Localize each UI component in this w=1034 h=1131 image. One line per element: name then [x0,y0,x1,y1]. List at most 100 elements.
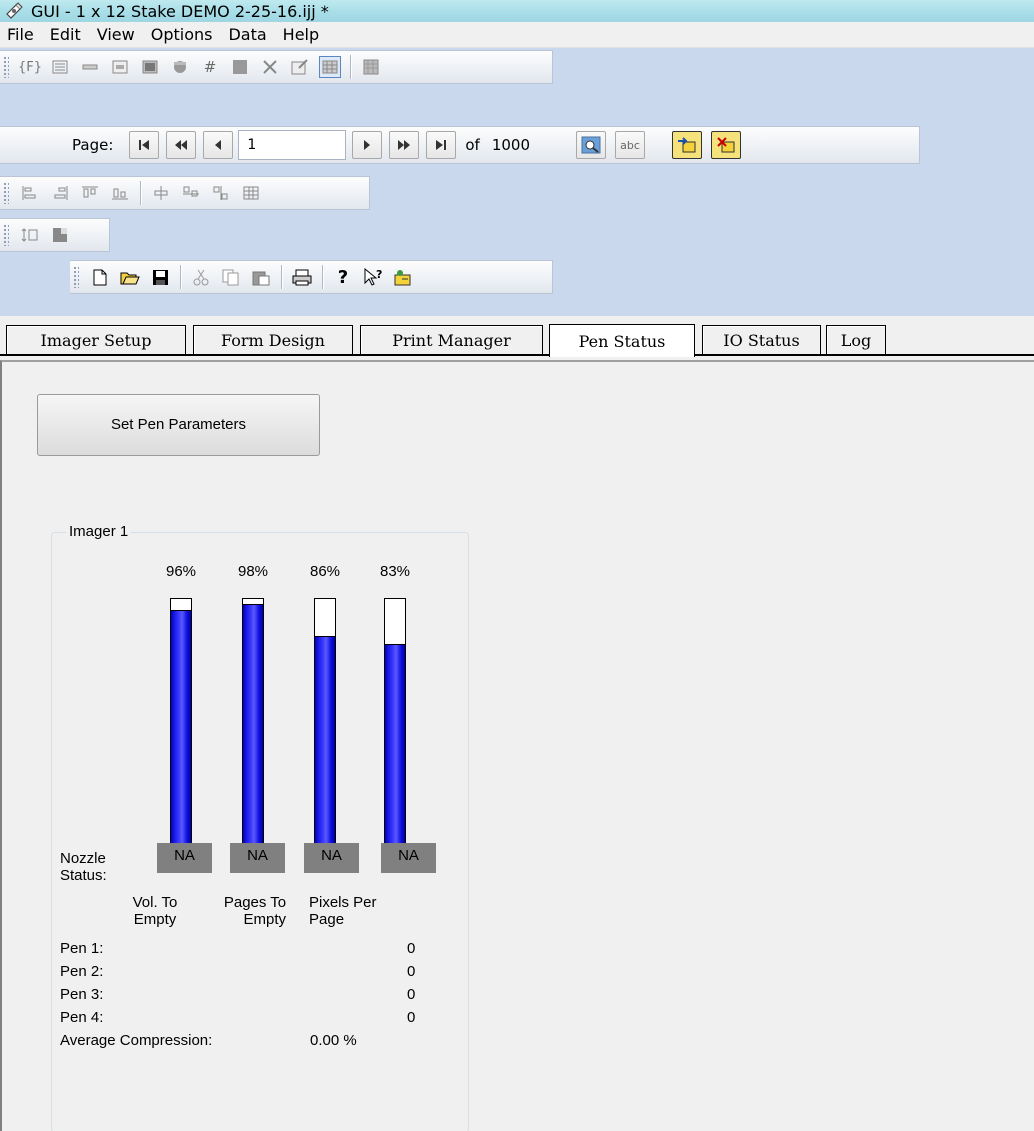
tab-pen-status[interactable]: Pen Status [549,324,695,357]
imager-group: Imager 1 96% 1 98% 2 86% 3 83% 4 Nozzle … [51,523,469,1131]
elements-toolbar: {F} # [0,50,553,84]
toolbar-separator [350,55,351,79]
page-navigation-toolbar: Page: 1 of 1000 abc [0,126,920,164]
delete-icon[interactable] [259,56,281,78]
menu-data[interactable]: Data [220,24,274,46]
pen-row-label: Pen 2: [60,963,104,980]
new-file-icon[interactable] [89,266,111,288]
align-right-icon[interactable] [49,182,71,204]
pen-status-panel: Set Pen Parameters Imager 1 96% 1 98% 2 … [0,360,1034,1131]
cut-icon[interactable] [190,266,212,288]
toolbar-area: {F} # Page: 1 of 1000 abc ? ? [0,48,1034,316]
tab-form-design[interactable]: Form Design [193,325,353,355]
menu-file[interactable]: File [0,24,42,46]
last-page-button[interactable] [426,131,457,159]
fast-forward-button[interactable] [389,131,420,159]
barcode-icon[interactable] [139,56,161,78]
pen-level-percent: 96% [165,563,197,580]
average-compression-label: Average Compression: [60,1032,213,1049]
spacing-icon[interactable] [19,224,41,246]
image-icon[interactable] [169,56,191,78]
line-icon[interactable] [79,56,101,78]
nozzle-label-line1: Nozzle [60,850,106,867]
pen-level-bar [314,598,336,863]
align-bottom-icon[interactable] [109,182,131,204]
preview-icon[interactable] [576,131,607,159]
set-pen-parameters-button[interactable]: Set Pen Parameters [37,394,320,456]
pen-column: 83% 4 [360,563,430,875]
average-compression-value: 0.00 % [310,1032,357,1049]
pen-level-bar [170,598,192,863]
pen-level-percent: 86% [309,563,341,580]
field-icon[interactable]: {F} [18,56,42,78]
previous-page-button[interactable] [203,131,234,159]
grid-icon[interactable] [319,56,341,78]
pen-level-bar [384,598,406,863]
pen-row-pixels: 0 [407,1009,416,1026]
pages-to-empty-header: Pages To Empty [218,894,292,928]
text-block-icon[interactable] [49,56,71,78]
app-icon [3,0,25,22]
pen-level-percent: 83% [379,563,411,580]
of-label: of [465,136,480,154]
rewind-button[interactable] [166,131,197,159]
nozzle-status-label: Nozzle Status: [60,850,107,884]
toolbar-grip[interactable] [73,266,79,288]
nozzle-label-line2: Status: [60,867,107,884]
properties-icon[interactable] [289,56,311,78]
header-line: Page [309,911,345,928]
center-horizontal-icon[interactable] [150,182,172,204]
help-icon[interactable]: ? [332,266,354,288]
pen-column: 96% 1 [146,563,216,875]
layout-toolbar [0,218,110,252]
textbox-icon[interactable] [109,56,131,78]
tab-io-status[interactable]: IO Status [702,325,821,355]
toolbar-grip[interactable] [3,56,9,78]
spellcheck-button[interactable]: abc [615,131,646,159]
menu-help[interactable]: Help [275,24,327,46]
distribute-icon[interactable] [210,182,232,204]
tab-print-manager[interactable]: Print Manager [360,325,543,355]
grid-table-icon[interactable] [240,182,262,204]
align-left-icon[interactable] [19,182,41,204]
center-vertical-icon[interactable] [180,182,202,204]
save-icon[interactable] [149,266,171,288]
paste-icon[interactable] [250,266,272,288]
nozzle-status-badge: NA [157,843,212,873]
nozzle-status-badge: NA [230,843,285,873]
export-icon[interactable] [711,131,742,159]
pen-level-percent: 98% [237,563,269,580]
import-icon[interactable] [672,131,703,159]
page-number-input[interactable]: 1 [238,130,347,160]
wizard-icon[interactable] [392,266,414,288]
table-icon[interactable] [360,56,382,78]
align-top-icon[interactable] [79,182,101,204]
pen-column: 86% 3 [290,563,360,875]
header-line: Pixels Per [309,894,377,911]
counter-icon[interactable]: # [199,56,221,78]
toolbar-grip[interactable] [3,224,9,246]
open-folder-icon[interactable] [119,266,141,288]
pen-level-fill [243,604,263,862]
header-line: Pages To [223,894,287,911]
menu-view[interactable]: View [89,24,143,46]
tab-strip: Imager Setup Form Design Print Manager P… [0,323,1034,357]
page-total: 1000 [491,136,531,154]
page-setup-icon[interactable] [49,224,71,246]
pixels-per-page-header: Pixels Per Page [309,894,389,928]
copy-icon[interactable] [220,266,242,288]
next-page-button[interactable] [352,131,383,159]
tab-log[interactable]: Log [826,325,886,355]
nozzle-status-badge: NA [304,843,359,873]
nozzle-status-badge: NA [381,843,436,873]
menu-edit[interactable]: Edit [42,24,89,46]
menu-options[interactable]: Options [143,24,221,46]
box-icon[interactable] [229,56,251,78]
toolbar-grip[interactable] [3,182,9,204]
context-help-icon[interactable]: ? [362,266,384,288]
pen-level-bar [242,598,264,863]
pen-column: 98% 2 [218,563,288,875]
first-page-button[interactable] [129,131,160,159]
tab-imager-setup[interactable]: Imager Setup [6,325,186,355]
print-icon[interactable] [291,266,313,288]
